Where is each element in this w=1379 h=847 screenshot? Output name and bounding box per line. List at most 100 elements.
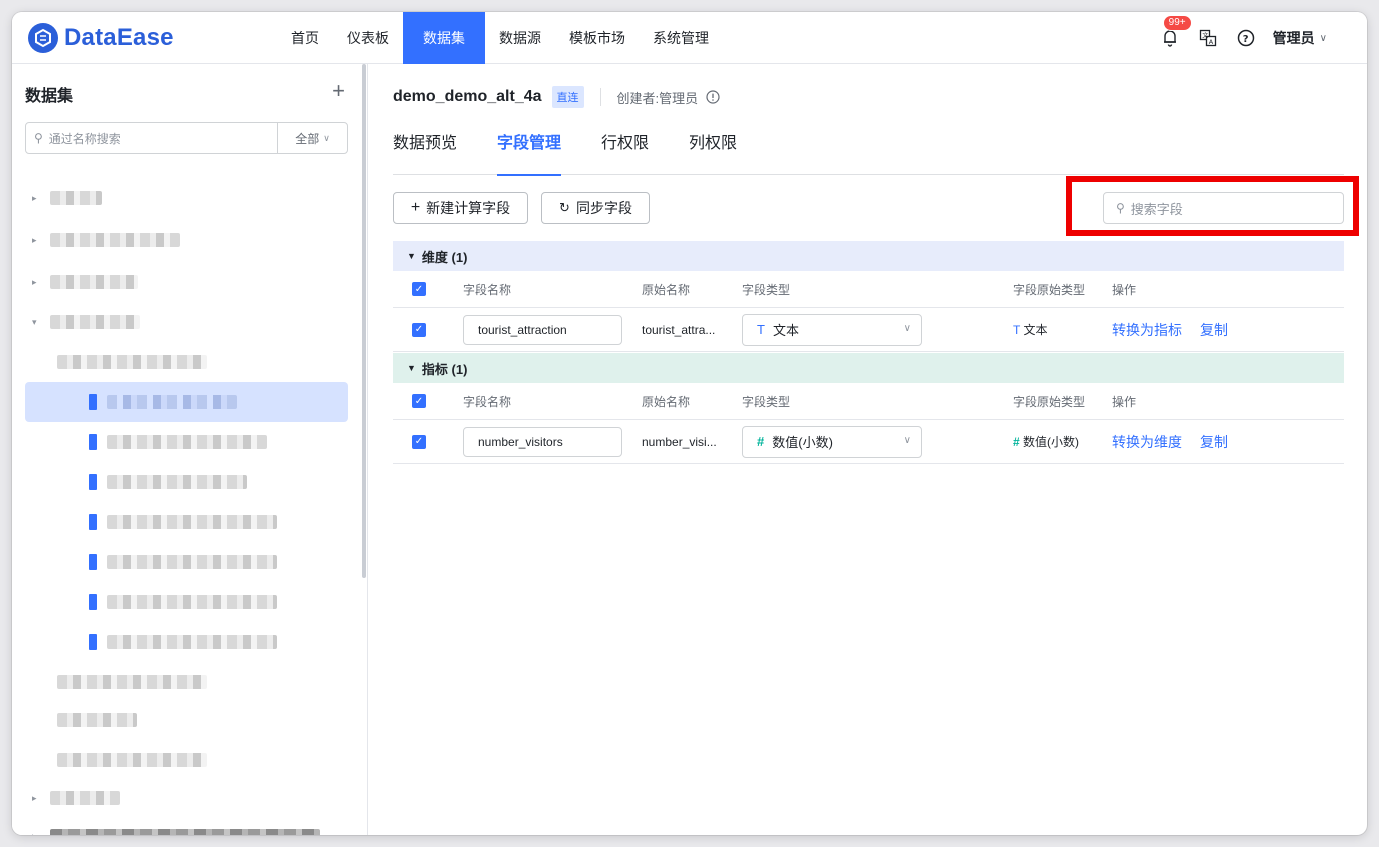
main-nav: 首页 仪表板 数据集 数据源 模板市场 系统管理 (277, 12, 723, 64)
dataset-sidebar: 数据集 + ⚲ 通过名称搜索 全部 ∨ ▸ ▸ ▸ ▾ ▸ ▸ (12, 64, 368, 835)
dataset-name: demo_demo_alt_4a (393, 88, 542, 105)
tree-folder[interactable] (57, 662, 207, 702)
plus-icon: + (410, 199, 421, 216)
caret-down-icon: ▼ (407, 251, 416, 261)
help-button[interactable]: ? (1235, 27, 1257, 49)
info-icon[interactable] (706, 90, 720, 104)
blurred-label (107, 435, 267, 449)
tree-item[interactable] (25, 622, 277, 662)
select-all-checkbox[interactable]: ✓ (412, 282, 426, 296)
convert-to-metric-link[interactable]: 转换为指标 (1112, 322, 1182, 338)
add-dataset-button[interactable]: + (332, 78, 345, 104)
help-icon: ? (1237, 29, 1254, 47)
convert-to-dimension-link[interactable]: 转换为维度 (1112, 434, 1182, 450)
blurred-label (107, 395, 237, 409)
tree-item[interactable] (25, 582, 277, 622)
tab-field-management[interactable]: 字段管理 (497, 132, 562, 176)
nav-template-market[interactable]: 模板市场 (555, 12, 639, 64)
col-original-type: 字段原始类型 (1013, 282, 1086, 297)
metric-table-header: ✓ 字段名称 原始名称 字段类型 字段原始类型 操作 (393, 383, 1344, 420)
copy-link[interactable]: 复制 (1200, 322, 1228, 338)
tree-item[interactable] (25, 462, 247, 502)
tree-folder[interactable] (57, 740, 207, 780)
tree-folder[interactable]: ▸ (32, 220, 180, 260)
tab-column-permission[interactable]: 列权限 (689, 132, 737, 175)
svg-text:文: 文 (1202, 32, 1208, 40)
col-original-name: 原始名称 (642, 282, 691, 297)
user-name: 管理员 (1272, 30, 1315, 46)
field-type-select[interactable]: # 数值(小数) ∨ (742, 425, 922, 458)
user-menu[interactable]: 管理员 ∨ (1273, 28, 1327, 48)
tab-row-permission[interactable]: 行权限 (601, 132, 649, 175)
col-field-name: 字段名称 (463, 282, 512, 297)
detail-tabs: 数据预览 字段管理 行权限 列权限 (393, 132, 1344, 176)
tree-folder[interactable]: ▸ (32, 262, 138, 302)
blurred-label (107, 555, 277, 569)
dimension-group-header[interactable]: ▼ 维度 (1) (393, 241, 1344, 271)
chevron-down-icon: ∨ (323, 132, 330, 143)
tree-folder[interactable]: ▸ (32, 778, 120, 818)
field-name-input[interactable]: number_visitors (463, 426, 622, 457)
original-name: tourist_attra... (642, 322, 716, 337)
sidebar-search-input[interactable]: ⚲ 通过名称搜索 (26, 130, 277, 147)
new-calc-field-label: 新建计算字段 (426, 200, 511, 216)
copy-link[interactable]: 复制 (1200, 434, 1228, 450)
tree-item[interactable] (25, 542, 277, 582)
tree-folder[interactable]: ▸ (32, 178, 102, 218)
nav-home[interactable]: 首页 (277, 12, 333, 64)
notification-button[interactable]: 99+ (1159, 15, 1192, 49)
dataset-icon (89, 594, 97, 610)
nav-datasource[interactable]: 数据源 (485, 12, 555, 64)
metric-group-header[interactable]: ▼ 指标 (1) (393, 353, 1344, 383)
tab-data-preview[interactable]: 数据预览 (393, 132, 457, 175)
chevron-down-icon: ∨ (903, 322, 911, 334)
caret-right-icon: ▸ (32, 792, 37, 803)
dataease-logo-icon (28, 23, 58, 53)
caret-right-icon: ▸ (32, 192, 37, 203)
field-type-select[interactable]: T 文本 ∨ (742, 313, 922, 346)
tree-folder-open[interactable] (57, 342, 207, 382)
sidebar-scrollbar[interactable] (362, 64, 366, 578)
original-name: number_visi... (642, 434, 717, 449)
dimension-group-label: 维度 (1) (421, 249, 468, 265)
nav-dashboard[interactable]: 仪表板 (333, 12, 403, 64)
dataset-icon (89, 554, 97, 570)
sidebar-filter-select[interactable]: 全部 ∨ (277, 123, 347, 153)
tree-folder[interactable] (57, 700, 137, 740)
number-type-icon: # (1013, 435, 1020, 449)
original-type: # 数值(小数) (1013, 433, 1079, 450)
blurred-label (107, 515, 277, 529)
dimension-table-header: ✓ 字段名称 原始名称 字段类型 字段原始类型 操作 (393, 271, 1344, 308)
chevron-down-icon: ∨ (1319, 32, 1327, 44)
tree-folder-open[interactable]: ▾ (32, 302, 140, 342)
svg-text:?: ? (1242, 34, 1248, 45)
tree-item[interactable] (25, 502, 277, 542)
tree-item[interactable] (25, 422, 267, 462)
brand-name: DataEase (64, 24, 174, 51)
row-checkbox[interactable]: ✓ (412, 434, 426, 449)
dataset-detail: demo_demo_alt_4a 直连 创建者:管理员 数据预览 字段管理 行权… (369, 64, 1367, 835)
field-name-input[interactable]: tourist_attraction (463, 314, 622, 345)
original-type: T 文本 (1013, 321, 1047, 338)
row-actions: 转换为指标 复制 (1112, 320, 1246, 340)
refresh-icon: ↻ (559, 200, 570, 215)
nav-system-admin[interactable]: 系统管理 (639, 12, 723, 64)
tree-folder[interactable]: ▸ (32, 816, 320, 835)
logo[interactable]: DataEase (28, 23, 174, 53)
select-all-checkbox[interactable]: ✓ (412, 394, 426, 408)
language-button[interactable]: 文A (1197, 27, 1219, 49)
blurred-label (107, 635, 277, 649)
blurred-label (107, 595, 277, 609)
text-type-icon: T (1013, 323, 1021, 337)
sync-fields-button[interactable]: ↻ 同步字段 (541, 192, 650, 224)
dataset-icon (89, 514, 97, 530)
nav-dataset[interactable]: 数据集 (403, 12, 485, 64)
blurred-label (57, 675, 207, 689)
new-calc-field-button[interactable]: + 新建计算字段 (393, 192, 528, 224)
bell-icon (1163, 30, 1176, 47)
row-checkbox[interactable]: ✓ (412, 322, 426, 337)
caret-down-icon: ▾ (32, 316, 37, 327)
chevron-down-icon: ∨ (903, 434, 911, 446)
field-type-value: 数值(小数) (772, 435, 833, 450)
tree-item-selected[interactable] (25, 382, 348, 422)
